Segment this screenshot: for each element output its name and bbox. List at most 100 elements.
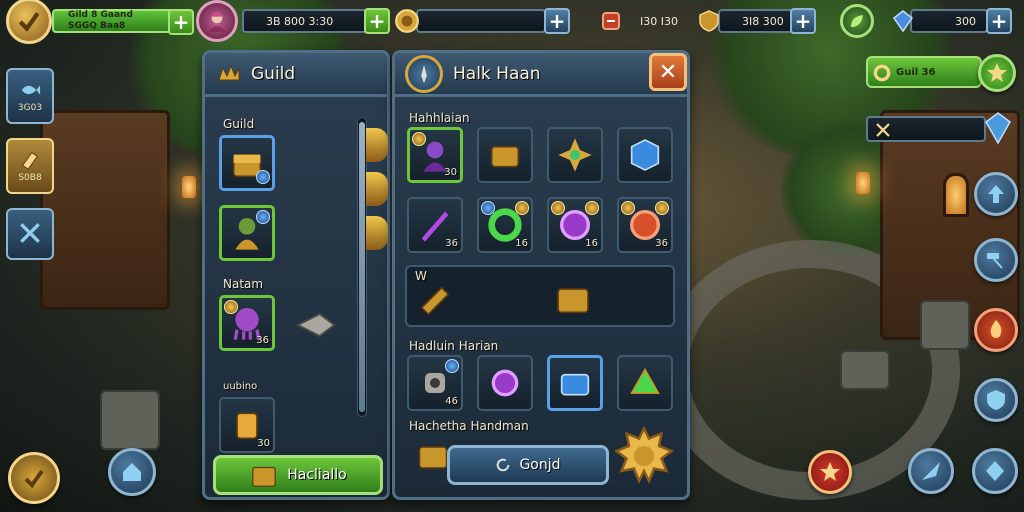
rail-button-fish[interactable]: 3G03	[6, 68, 54, 124]
diamond-icon	[986, 461, 1004, 481]
guild-item-slot[interactable]	[219, 135, 275, 191]
hall-item-slot[interactable]: 16	[547, 197, 603, 253]
crystal-star-icon	[558, 138, 592, 172]
guild-crest-icon	[218, 64, 240, 80]
crystal-icon	[985, 112, 1011, 145]
drill-icon	[295, 312, 336, 338]
hall-emblem	[405, 54, 443, 93]
gold-sun-badge[interactable]	[613, 425, 675, 486]
guild-action-button[interactable]: Hacliallo	[213, 455, 383, 495]
hall-item-slot[interactable]	[617, 355, 673, 411]
guild-item-slot[interactable]	[219, 205, 275, 261]
quest-bar[interactable]: Guil 36	[866, 56, 982, 88]
crate-icon[interactable]	[553, 279, 593, 319]
map-button[interactable]	[908, 448, 954, 494]
purple-orb-icon	[491, 369, 519, 397]
guild-scroll-thumb[interactable]	[359, 122, 365, 412]
natam-section-label: Natam	[223, 277, 264, 291]
arrow-up-button[interactable]	[974, 172, 1018, 216]
gem-button[interactable]	[972, 448, 1018, 494]
refresh-icon	[497, 458, 510, 472]
rail-button-swords[interactable]	[6, 208, 54, 260]
guild-panel: Guild Guild Natam 36 uubino 30 Hacliallo	[202, 50, 390, 500]
item-count: 36	[655, 238, 668, 249]
hall-item-slot[interactable]	[547, 127, 603, 183]
hammer-button[interactable]	[974, 238, 1018, 282]
crate-icon[interactable]	[415, 435, 451, 477]
top-resource-bar: Gild 8 Gaand SGGQ Baa8 + 3B 800 3:30 + +…	[0, 0, 1024, 44]
side-tab[interactable]	[366, 128, 388, 162]
hall-item-slot[interactable]: 16	[477, 197, 533, 253]
blue-crystal-button[interactable]	[980, 108, 1016, 148]
hall-action-button[interactable]: Gonjd	[447, 445, 609, 485]
hall-item-slot[interactable]	[617, 127, 673, 183]
hall-panel-title: Halk Haan	[453, 63, 541, 84]
main-menu-button[interactable]	[8, 452, 60, 504]
item-count: 36	[445, 238, 458, 249]
avatar[interactable]	[196, 0, 238, 42]
add-xp-button[interactable]: +	[168, 9, 194, 35]
rail-button-scroll[interactable]: S0B8	[6, 138, 54, 194]
gold-coin-icon	[394, 8, 420, 34]
blue-cube-icon	[630, 139, 660, 171]
hall-item-slot[interactable]	[477, 127, 533, 183]
star-icon	[820, 462, 840, 481]
checkmark-badge-icon[interactable]	[6, 0, 52, 44]
gold-resource: +	[394, 6, 574, 36]
fire-icon	[990, 320, 1002, 338]
star-button[interactable]	[978, 54, 1016, 92]
guild-scrollbar[interactable]	[357, 117, 367, 417]
add-energy-button[interactable]: +	[364, 8, 390, 34]
house-icon	[123, 463, 141, 481]
crate-icon	[252, 466, 277, 487]
guild-item-slot[interactable]: 36	[219, 295, 275, 351]
item-count: 16	[515, 238, 528, 249]
hall-item-slot[interactable]	[477, 355, 533, 411]
star-icon	[987, 63, 1007, 82]
hall-item-slot[interactable]: 36	[407, 197, 463, 253]
energy-resource: 3B 800 3:30 +	[196, 0, 390, 42]
hall-item-slot[interactable]: 36	[617, 197, 673, 253]
add-shield-button[interactable]: +	[790, 8, 816, 34]
fire-button[interactable]	[974, 308, 1018, 352]
gem-resource: 300 +	[892, 6, 1018, 36]
side-tab[interactable]	[366, 172, 388, 206]
hall-action-label: Gonjd	[519, 457, 561, 473]
add-gem-button[interactable]: +	[986, 8, 1012, 34]
item-count: 30	[444, 167, 457, 178]
scroll-item-icon[interactable]	[415, 281, 455, 321]
player-level-text: Gild 8 Gaand	[68, 10, 133, 20]
home-button[interactable]	[108, 448, 156, 496]
crossed-swords-icon	[20, 223, 40, 243]
scroll-value: Ι30 Ι30	[640, 14, 678, 28]
item-count: 16	[585, 238, 598, 249]
energy-value: 3B 800 3:30	[266, 14, 334, 28]
guild-section-label: Guild	[223, 117, 255, 131]
treasure-box-icon	[490, 145, 520, 168]
crossed-swords-icon	[876, 123, 890, 137]
hadluin-section-label: Hadluin Harian	[409, 339, 499, 353]
player-level-bar: Gild 8 Gaand SGGQ Baa8 +	[6, 0, 194, 44]
hall-item-slot[interactable]	[547, 355, 603, 411]
close-button[interactable]: ✕	[649, 53, 687, 91]
secondary-bar[interactable]	[866, 116, 986, 142]
sword-icon	[421, 64, 427, 83]
hachetha-section-label: Hachetha Handman	[409, 419, 529, 433]
guild-panel-title: Guild	[251, 63, 296, 84]
rail-label: S0B8	[18, 173, 42, 183]
hall-item-slot[interactable]: 30	[407, 127, 463, 183]
leaf-icon[interactable]	[840, 4, 874, 38]
guild-item-slot[interactable]: 30	[219, 397, 275, 453]
event-star-button[interactable]	[808, 450, 852, 494]
hall-section-label: Hahhlaian	[409, 111, 470, 125]
red-scroll-icon	[598, 8, 624, 34]
guild-action-label: Hacliallo	[287, 467, 347, 483]
side-tab[interactable]	[366, 216, 388, 250]
hall-reward-box: W	[405, 265, 675, 327]
add-gold-button[interactable]: +	[544, 8, 570, 34]
shield-icon	[987, 390, 1005, 410]
hall-item-slot[interactable]: 46	[407, 355, 463, 411]
shield-button[interactable]	[974, 378, 1018, 422]
green-gem-icon	[630, 367, 660, 394]
leaf-resource	[840, 4, 880, 38]
